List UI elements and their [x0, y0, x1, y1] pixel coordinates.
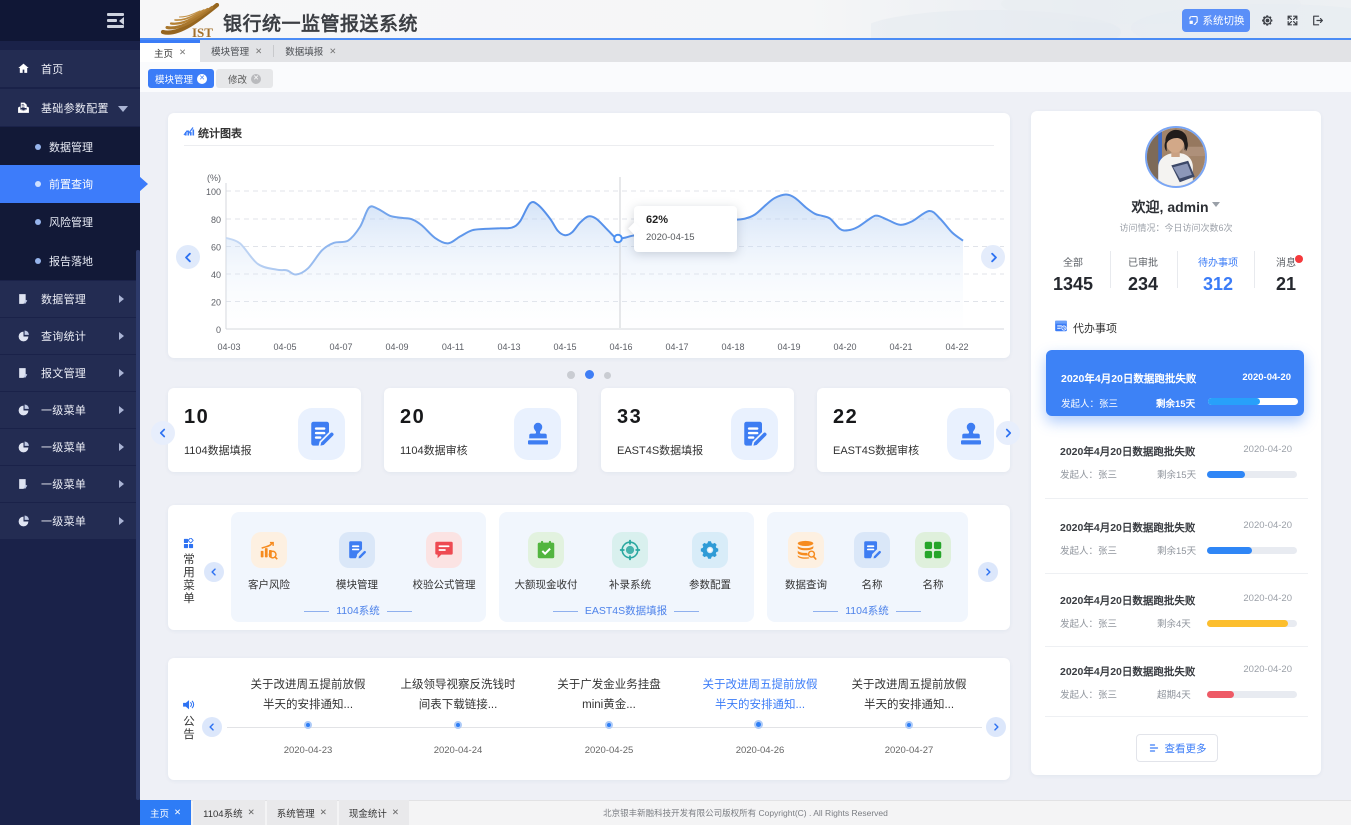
svg-text:04-15: 04-15 — [553, 342, 576, 352]
svg-text:40: 40 — [211, 270, 221, 280]
svg-text:04-16: 04-16 — [609, 342, 632, 352]
svg-text:04-11: 04-11 — [442, 342, 464, 352]
svg-text:04-20: 04-20 — [833, 342, 856, 352]
svg-text:80: 80 — [211, 215, 221, 225]
svg-text:04-19: 04-19 — [777, 342, 800, 352]
svg-text:04-09: 04-09 — [385, 342, 408, 352]
svg-text:0: 0 — [216, 325, 221, 335]
svg-text:60: 60 — [211, 243, 221, 253]
svg-text:20: 20 — [211, 298, 221, 308]
svg-text:04-22: 04-22 — [945, 342, 968, 352]
svg-text:04-21: 04-21 — [889, 342, 912, 352]
svg-text:(%): (%) — [207, 173, 221, 183]
svg-text:IST: IST — [192, 25, 213, 39]
svg-text:04-18: 04-18 — [721, 342, 744, 352]
svg-text:04-05: 04-05 — [273, 342, 296, 352]
svg-text:04-17: 04-17 — [665, 342, 688, 352]
svg-text:04-13: 04-13 — [497, 342, 520, 352]
svg-text:04-07: 04-07 — [329, 342, 352, 352]
svg-text:04-03: 04-03 — [217, 342, 240, 352]
svg-text:100: 100 — [206, 187, 221, 197]
